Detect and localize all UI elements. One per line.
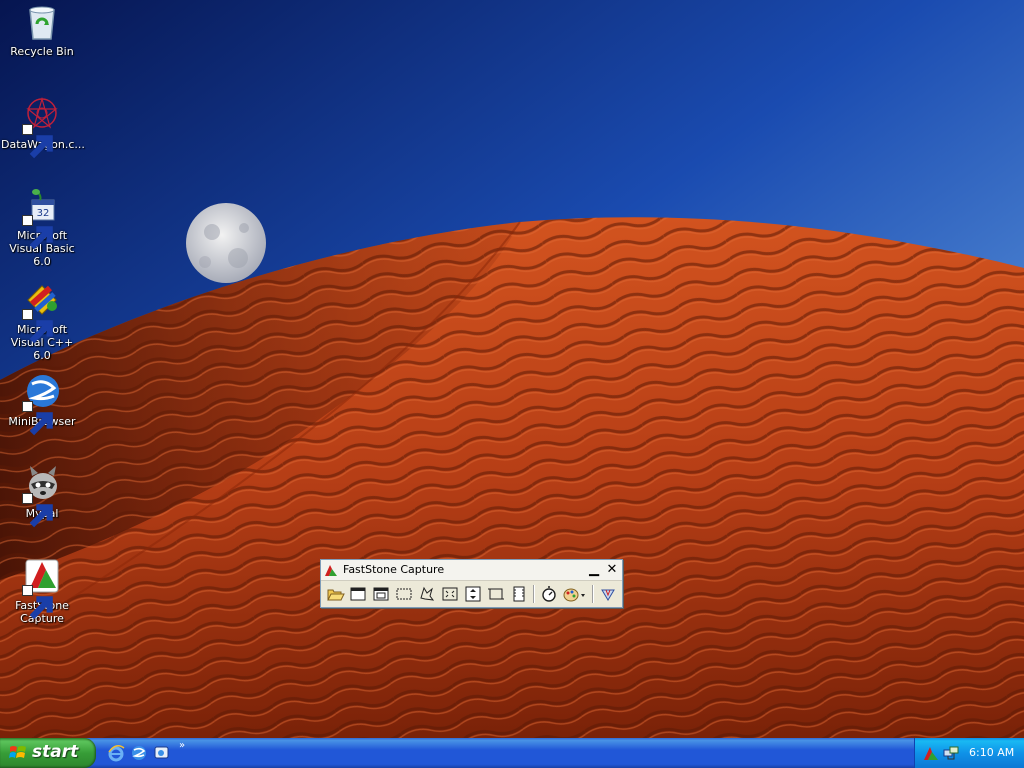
desktop-icon-visual-basic[interactable]: 32 Microsoft Visual Basic 6.0 — [0, 186, 84, 268]
delay-timer-icon — [542, 586, 556, 602]
taskbar: start » 6:10 AM — [0, 738, 1024, 768]
system-tray: 6:10 AM — [914, 738, 1024, 768]
shortcut-arrow-icon — [22, 493, 53, 528]
capture-fullscreen-icon — [442, 587, 458, 601]
desktop-icon-faststone-capture[interactable]: FastStone Capture — [0, 556, 84, 625]
capture-fixed-region-icon — [488, 588, 504, 600]
tray-faststone[interactable] — [923, 745, 939, 761]
tray-clock[interactable]: 6:10 AM — [969, 746, 1014, 759]
shortcut-arrow-icon — [22, 309, 53, 344]
minibrowser-quicklaunch-icon — [132, 746, 146, 760]
settings-menu-icon — [601, 589, 615, 601]
capture-active-window-button[interactable] — [348, 584, 368, 604]
shortcut-arrow-icon — [22, 215, 53, 250]
start-button[interactable]: start — [0, 738, 96, 768]
capture-fullscreen-button[interactable] — [440, 584, 460, 604]
quicklaunch-overflow-chevron[interactable]: » — [179, 740, 185, 751]
capture-rectangle-button[interactable] — [394, 584, 414, 604]
start-label: start — [32, 742, 79, 762]
capture-window-object-icon — [373, 587, 389, 601]
capture-rectangle-icon — [396, 588, 412, 600]
output-destination-button[interactable] — [562, 584, 588, 604]
network-tray-icon — [943, 746, 959, 760]
toolbar-separator — [533, 585, 535, 603]
recycle-bin-icon — [29, 6, 55, 40]
quicklaunch-show-desktop[interactable] — [153, 744, 171, 762]
capture-freehand-icon — [420, 586, 435, 601]
capture-window-object-button[interactable] — [371, 584, 391, 604]
desktop-icon-label: Recycle Bin — [10, 45, 74, 58]
desktop-icon-visual-cpp[interactable]: Microsoft Visual C++ 6.0 — [0, 280, 84, 362]
desert-wallpaper — [0, 0, 1024, 738]
desktop-icon-datawagon[interactable]: DataWagon.c... — [0, 95, 85, 159]
shortcut-arrow-icon — [22, 124, 53, 159]
quicklaunch-minibrowser[interactable] — [130, 744, 148, 762]
delay-timer-button[interactable] — [539, 584, 559, 604]
settings-menu-button[interactable] — [598, 584, 618, 604]
windows-logo-icon — [9, 746, 26, 758]
show-desktop-icon — [154, 746, 169, 759]
tray-network[interactable] — [943, 745, 959, 761]
minimize-button[interactable]: ▁ — [586, 562, 602, 578]
close-button[interactable]: ✕ — [604, 562, 620, 578]
faststone-capture-window[interactable]: FastStone Capture ▁ ✕ — [320, 559, 623, 608]
desktop-icon-minibrowser[interactable]: MiniBrowser — [0, 372, 84, 436]
capture-fixed-region-button[interactable] — [486, 584, 506, 604]
capture-freehand-button[interactable] — [417, 584, 437, 604]
quicklaunch-internet-explorer[interactable] — [107, 744, 125, 762]
toolbar-separator — [592, 585, 594, 603]
shortcut-arrow-icon — [22, 401, 53, 436]
shortcut-arrow-icon — [22, 585, 53, 620]
window-title: FastStone Capture — [343, 563, 445, 576]
open-file-button[interactable] — [325, 584, 345, 604]
capture-scrolling-window-button[interactable] — [463, 584, 483, 604]
capture-toolbar — [323, 583, 620, 605]
faststone-tray-icon — [924, 747, 938, 760]
screen-recorder-button[interactable] — [509, 584, 529, 604]
open-file-icon — [327, 589, 345, 601]
internet-explorer-icon — [108, 745, 125, 762]
capture-active-window-icon — [350, 587, 366, 601]
screen-recorder-icon — [513, 586, 525, 602]
window-titlebar[interactable]: FastStone Capture ▁ ✕ — [321, 560, 622, 581]
faststone-app-icon — [325, 565, 337, 576]
desktop-icon-recycle-bin[interactable]: Recycle Bin — [0, 2, 84, 58]
desktop: Recycle Bin DataWagon.c... 32 Microsoft … — [0, 0, 1024, 738]
capture-scrolling-window-icon — [465, 586, 481, 602]
desktop-icon-mypal[interactable]: Mypal — [0, 464, 84, 528]
output-destination-icon — [563, 588, 585, 602]
